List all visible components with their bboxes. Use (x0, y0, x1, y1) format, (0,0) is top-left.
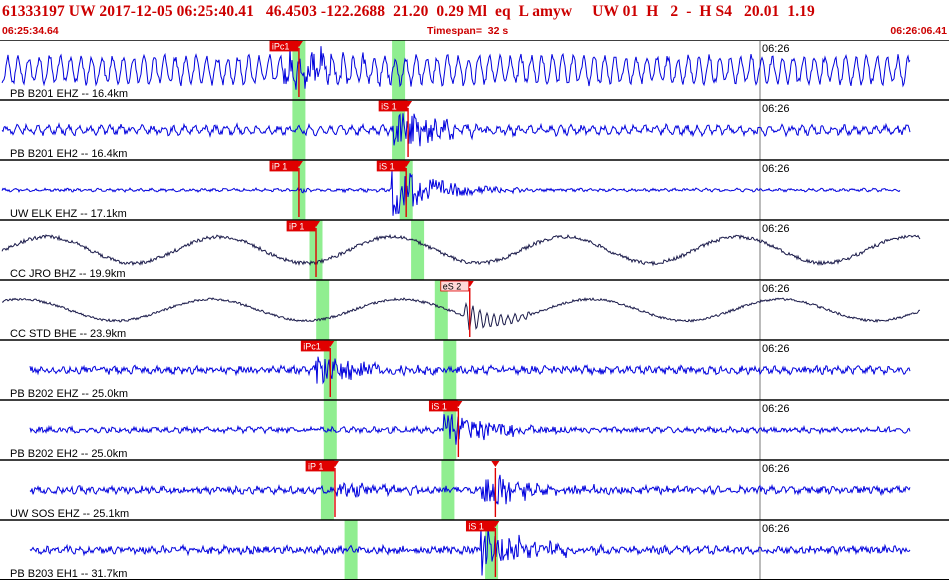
time-tick-label: 06:26 (762, 163, 790, 175)
channel-label: UW SOS EHZ -- 25.1km (10, 508, 129, 520)
event-summary-title: 61333197 UW 2017-12-05 06:25:40.41 46.45… (2, 3, 815, 20)
phase-window-highlight (411, 220, 425, 280)
channel-label: UW ELK EHZ -- 17.1km (10, 208, 127, 220)
phase-pick-label[interactable]: iP 1 (308, 462, 323, 472)
channel-label: PB B201 EHZ -- 16.4km (10, 88, 128, 100)
phase-pick-label[interactable]: iP 1 (272, 162, 287, 172)
channel-label: CC JRO BHZ -- 19.9km (10, 268, 126, 280)
time-tick-label: 06:26 (762, 403, 790, 415)
seismogram-trace (29, 414, 911, 445)
waveform-header: 61333197 UW 2017-12-05 06:25:40.41 46.45… (0, 0, 949, 40)
time-tick-label: 06:26 (762, 223, 790, 235)
phase-pick-marker-icon[interactable] (491, 461, 500, 467)
seismogram-trace (1, 170, 901, 216)
seismogram-trace (1, 233, 921, 267)
channel-label: PB B201 EH2 -- 16.4km (10, 148, 127, 160)
phase-pick-label[interactable]: iS 1 (431, 402, 447, 412)
channel-label: PB B203 EH1 -- 31.7km (10, 568, 127, 580)
phase-pick-label[interactable]: iP 1 (289, 222, 304, 232)
channel-label: PB B202 EHZ -- 25.0km (10, 388, 128, 400)
phase-pick-label[interactable]: iS 1 (381, 102, 397, 112)
window-end-time: 06:26:06.41 (890, 25, 947, 37)
window-start-time: 06:25:34.64 (2, 25, 59, 37)
phase-pick-label[interactable]: iS 1 (468, 522, 484, 532)
phase-pick-label[interactable]: iPc1 (272, 42, 290, 52)
time-tick-label: 06:26 (762, 43, 790, 55)
seismogram-trace (1, 113, 911, 147)
phase-pick-label[interactable]: iPc1 (303, 342, 321, 352)
channel-label: PB B202 EH2 -- 25.0km (10, 448, 127, 460)
channel-label: CC STD BHE -- 23.9km (10, 328, 126, 340)
seismogram-trace (29, 474, 911, 505)
seismogram-trace (29, 356, 911, 385)
seismogram-trace (1, 297, 921, 331)
phase-window-highlight (292, 100, 306, 160)
time-tick-label: 06:26 (762, 103, 790, 115)
waveform-panel[interactable]: 06:26 iPc1 PB B201 EHZ -- 16.4km 06:26 iS 1 P… (0, 40, 949, 580)
phase-pick-label[interactable]: eS 2 (443, 282, 462, 292)
time-tick-label: 06:26 (762, 283, 790, 295)
time-tick-label: 06:26 (762, 523, 790, 535)
time-tick-label: 06:26 (762, 463, 790, 475)
timespan-label: Timespan= 32 s (427, 25, 509, 37)
time-tick-label: 06:26 (762, 343, 790, 355)
phase-pick-label[interactable]: iS 1 (379, 162, 395, 172)
phase-window-highlight (316, 280, 330, 340)
